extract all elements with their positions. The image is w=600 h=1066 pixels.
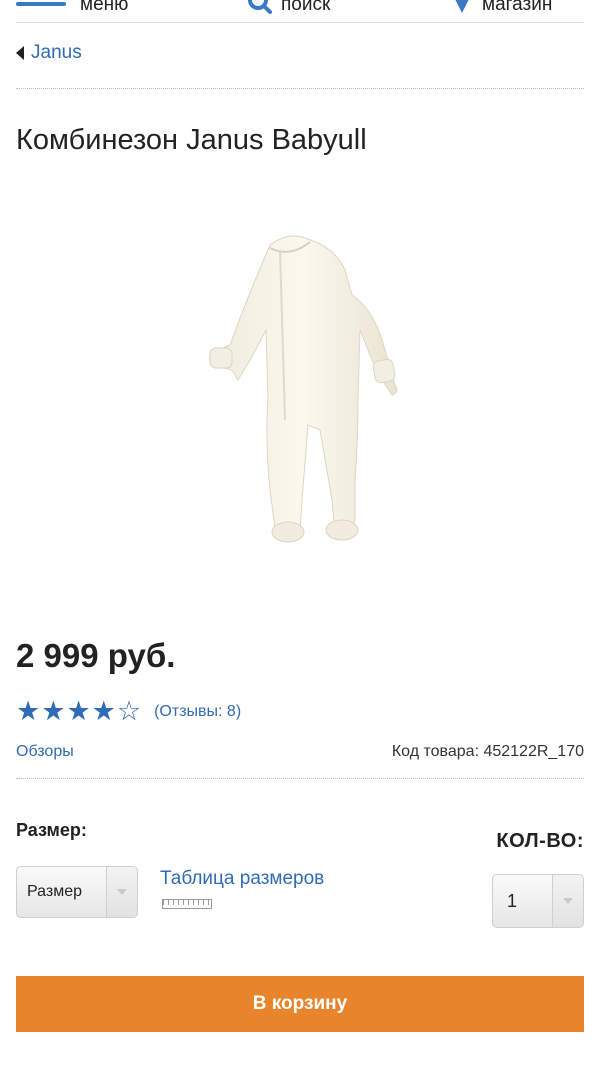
divider [16, 22, 584, 23]
add-to-cart-button[interactable]: В корзину [16, 976, 584, 1032]
back-link-label: Janus [31, 42, 82, 63]
star-full-icon: ★ [16, 696, 41, 726]
product-price: 2 999 руб. [16, 637, 176, 674]
divider [16, 778, 584, 779]
select-arrow [552, 875, 583, 927]
hamburger-icon [16, 0, 66, 12]
chevron-down-icon [117, 889, 127, 895]
store-label: магазин [482, 0, 553, 15]
product-image[interactable] [120, 200, 480, 560]
quantity-select-value: 1 [507, 890, 518, 911]
quantity-label: КОЛ-ВО: [496, 830, 584, 852]
reviews-link[interactable]: (Отзывы: 8) [154, 703, 241, 721]
rating: ★ ★ ★ ★ ☆ (Отзывы: 8) [16, 698, 241, 725]
size-table-link[interactable]: Таблица размеров [160, 868, 324, 890]
size-select[interactable]: Размер [16, 866, 138, 918]
ruler-icon[interactable] [162, 899, 212, 909]
product-sku: Код товара: 452122R_170 [391, 743, 584, 760]
menu-label: меню [80, 0, 129, 15]
overviews-link[interactable]: Обзоры [16, 743, 74, 761]
caret-left-icon [16, 46, 24, 60]
search-label: поиск [281, 0, 331, 15]
page-title: Комбинезон Janus Babyull [16, 124, 367, 156]
divider [16, 88, 584, 89]
chevron-down-icon [563, 898, 573, 904]
search-icon [248, 0, 272, 14]
store-button[interactable]: магазин [452, 0, 552, 16]
size-label: Размер: [16, 820, 87, 840]
star-empty-icon: ☆ [116, 696, 142, 726]
star-full-icon: ★ [66, 696, 91, 726]
location-pin-icon [455, 0, 469, 13]
back-link[interactable]: Janus [16, 42, 82, 64]
top-nav: меню поиск магазин [0, 0, 600, 24]
star-full-icon: ★ [41, 696, 66, 726]
star-full-icon: ★ [91, 696, 116, 726]
menu-button[interactable]: меню [16, 0, 128, 16]
quantity-select[interactable]: 1 [492, 874, 584, 928]
size-select-value: Размер [27, 883, 82, 900]
search-button[interactable]: поиск [247, 0, 330, 16]
select-arrow [106, 867, 137, 917]
